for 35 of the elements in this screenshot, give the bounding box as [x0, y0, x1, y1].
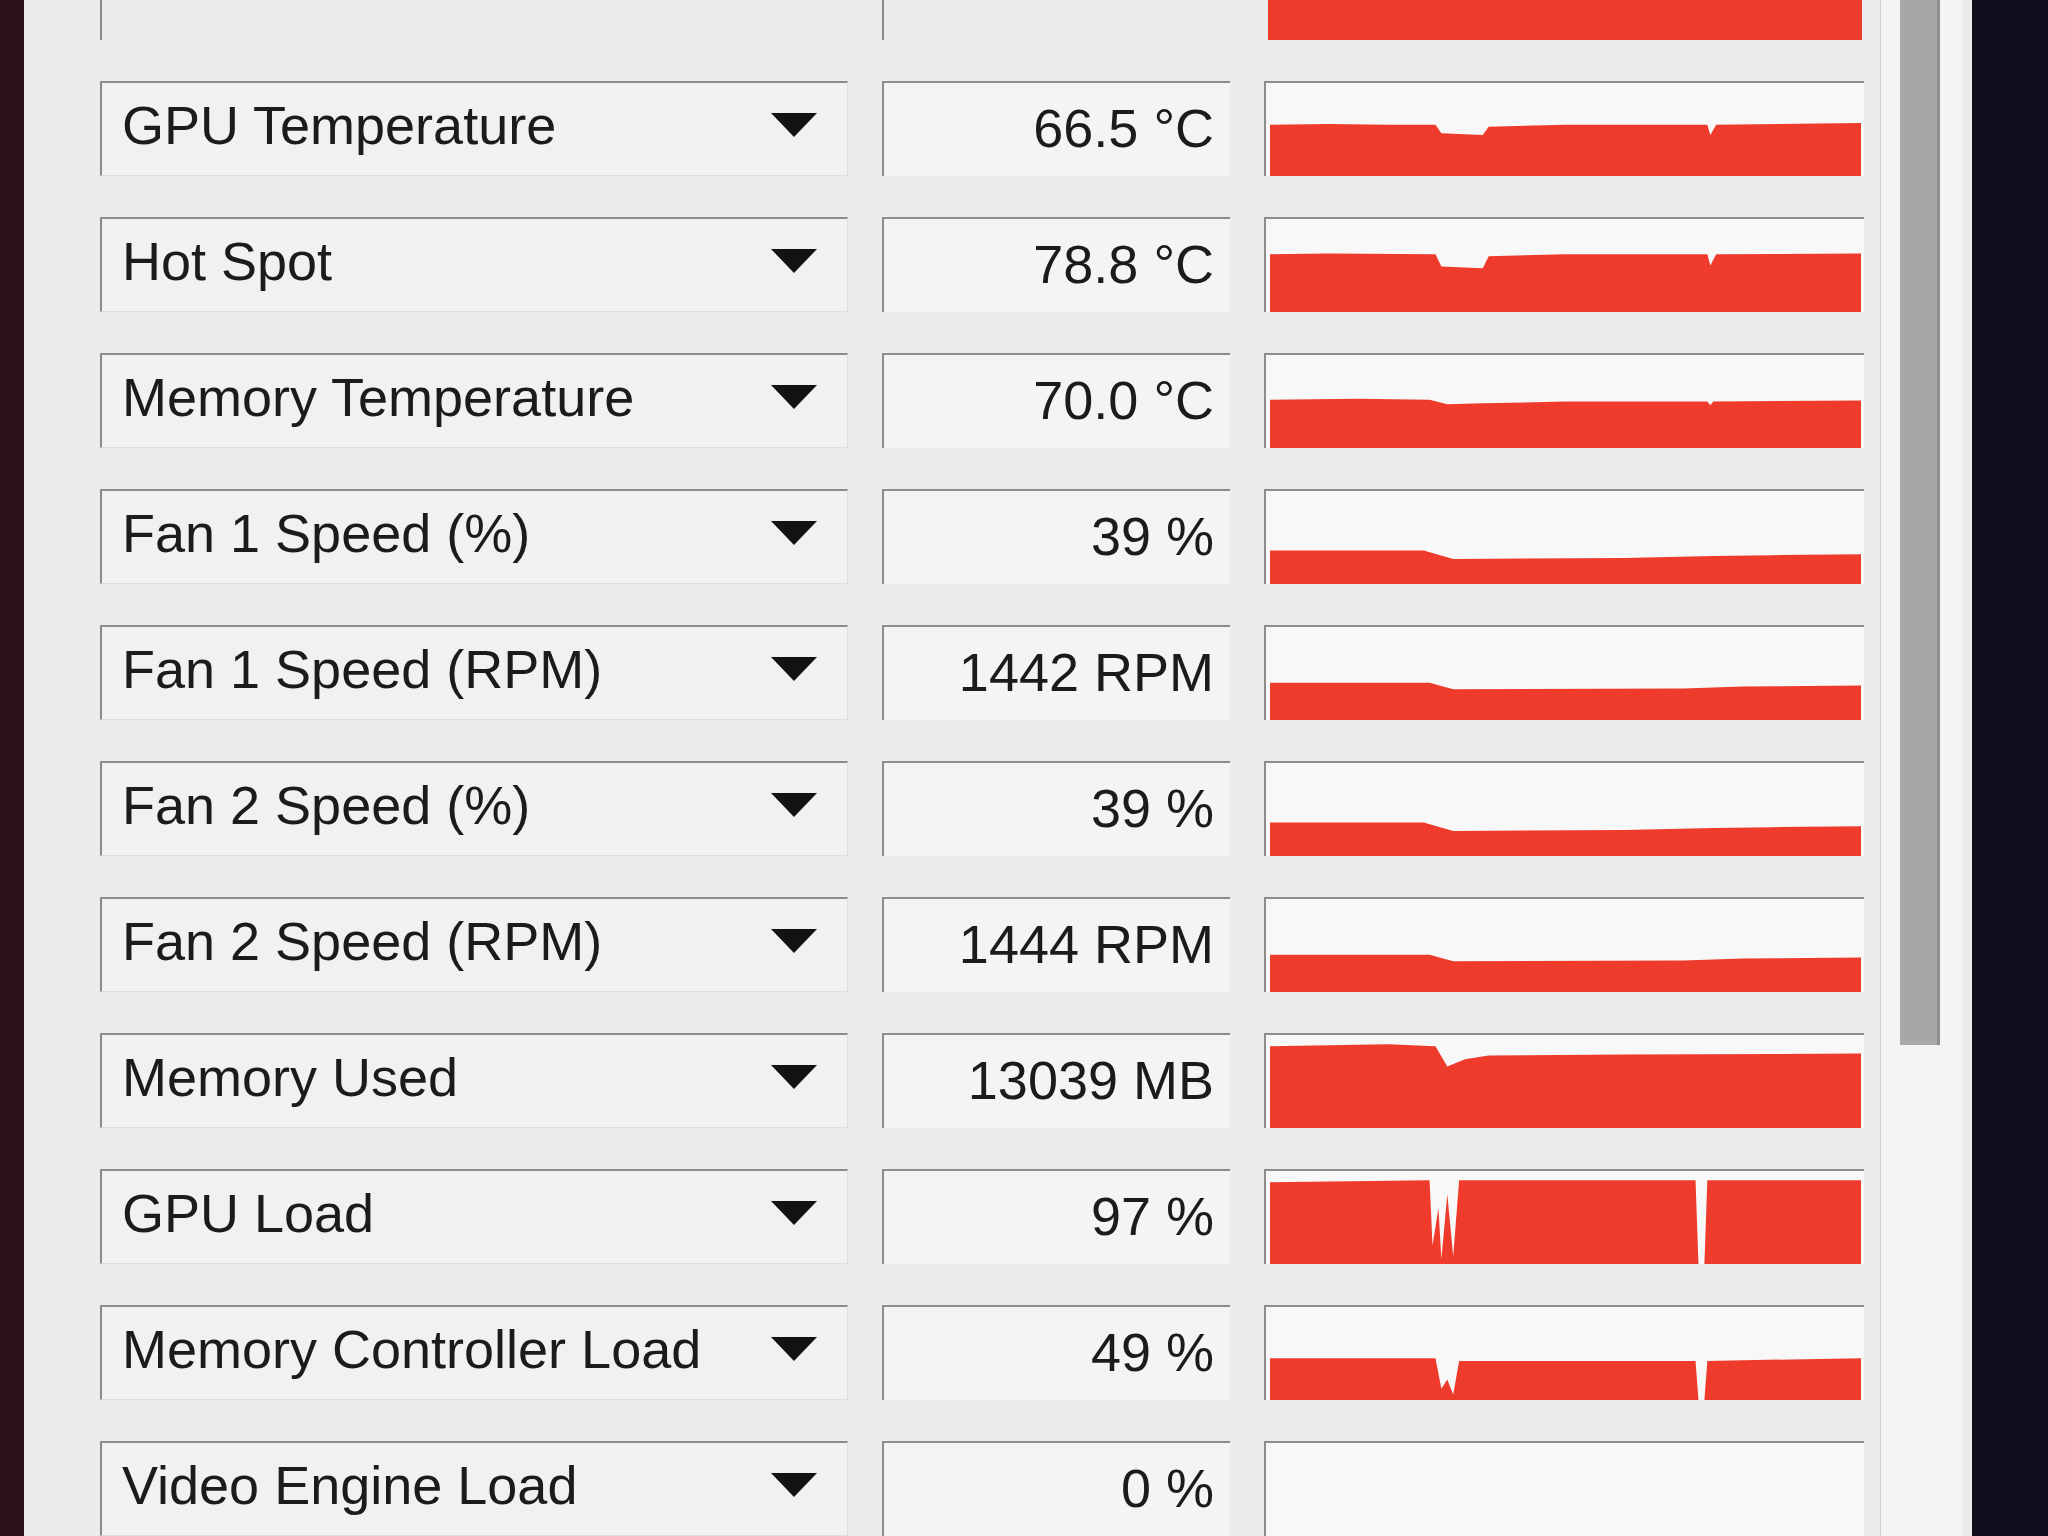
- sensor-reading: 70.0 °C: [882, 353, 1230, 448]
- sensor-dropdown[interactable]: Fan 2 Speed (RPM): [100, 897, 848, 992]
- sensor-dropdown[interactable]: Fan 1 Speed (%): [100, 489, 848, 584]
- caret-icon: [771, 1065, 817, 1089]
- sensor-dropdown[interactable]: Hot Spot: [100, 217, 848, 312]
- caret-icon: [771, 521, 817, 545]
- sensor-dropdown[interactable]: Memory Temperature: [100, 353, 848, 448]
- caret-icon: [771, 113, 817, 137]
- sensor-dropdown[interactable]: Fan 2 Speed (%): [100, 761, 848, 856]
- sensor-dropdown[interactable]: GPU Load: [100, 1169, 848, 1264]
- caret-icon: [771, 1473, 817, 1497]
- sensor-reading: 0 %: [882, 1441, 1230, 1536]
- sensor-reading: 78.8 °C: [882, 217, 1230, 312]
- sensor-reading: 66.5 °C: [882, 81, 1230, 176]
- sensor-dropdown[interactable]: Memory Used: [100, 1033, 848, 1128]
- sensor-reading: 1444 RPM: [882, 897, 1230, 992]
- sensor-dropdown[interactable]: Video Engine Load: [100, 1441, 848, 1536]
- caret-icon: [771, 1201, 817, 1225]
- sensor-reading: 49 %: [882, 1305, 1230, 1400]
- sensor-dropdown[interactable]: GPU Temperature: [100, 81, 848, 176]
- sensor-reading: 39 %: [882, 761, 1230, 856]
- sensor-dropdown[interactable]: Memory Controller Load: [100, 1305, 848, 1400]
- scrollbar-thumb[interactable]: [1900, 0, 1940, 1045]
- caret-icon: [771, 657, 817, 681]
- caret-icon: [771, 249, 817, 273]
- sensor-reading: 1442 RPM: [882, 625, 1230, 720]
- sensor-dropdown[interactable]: Fan 1 Speed (RPM): [100, 625, 848, 720]
- caret-icon: [771, 1337, 817, 1361]
- caret-icon: [771, 793, 817, 817]
- caret-icon: [771, 385, 817, 409]
- caret-icon: [771, 929, 817, 953]
- scrollbar-track[interactable]: [1880, 0, 1962, 1536]
- sensor-reading: 39 %: [882, 489, 1230, 584]
- sensor-reading: 97 %: [882, 1169, 1230, 1264]
- sensor-reading: 13039 MB: [882, 1033, 1230, 1128]
